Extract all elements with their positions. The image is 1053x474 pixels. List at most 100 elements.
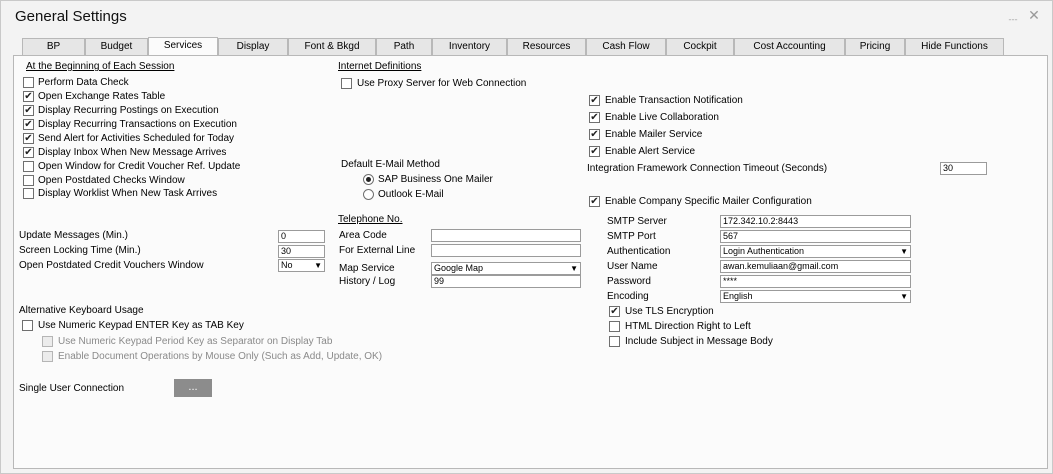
user-name-input[interactable]: awan.kemuliaan@gmail.com — [720, 260, 911, 273]
credit-voucher-update-label: Open Window for Credit Voucher Ref. Upda… — [38, 161, 241, 172]
outlook-label: Outlook E-Mail — [378, 189, 444, 200]
smtp-server-input[interactable]: 172.342.10.2:8443 — [720, 215, 911, 228]
numeric-enter-checkbox[interactable] — [22, 320, 33, 331]
tab-services[interactable]: Services — [148, 37, 218, 55]
proxy-server-label: Use Proxy Server for Web Connection — [357, 78, 527, 89]
alert-service-checkbox[interactable]: ✔ — [589, 146, 600, 157]
window-title: General Settings — [15, 8, 127, 25]
map-service-select[interactable]: Google Map ▼ — [431, 262, 581, 275]
subject-in-body-checkbox[interactable] — [609, 336, 620, 347]
tls-encryption-checkbox[interactable]: ✔ — [609, 306, 620, 317]
chevron-down-icon: ▼ — [900, 247, 908, 256]
authentication-select[interactable]: Login Authentication ▼ — [720, 245, 911, 258]
timeout-input[interactable]: 30 — [940, 162, 987, 175]
live-collaboration-label: Enable Live Collaboration — [605, 112, 719, 123]
password-input[interactable]: **** — [720, 275, 911, 288]
sap-mailer-label: SAP Business One Mailer — [378, 174, 493, 185]
tab-cockpit[interactable]: Cockpit — [666, 38, 734, 55]
single-user-label: Single User Connection — [19, 383, 125, 394]
subject-in-body-label: Include Subject in Message Body — [625, 336, 773, 347]
authentication-value: Login Authentication — [723, 246, 805, 256]
keyboard-heading: Alternative Keyboard Usage — [19, 305, 144, 316]
recurring-transactions-checkbox[interactable]: ✔ — [23, 119, 34, 130]
screen-locking-label: Screen Locking Time (Min.) — [19, 245, 141, 256]
alert-service-label: Enable Alert Service — [605, 146, 696, 157]
chevron-down-icon: ▼ — [314, 261, 322, 270]
tls-encryption-label: Use TLS Encryption — [625, 306, 714, 317]
open-exchange-rates-label: Open Exchange Rates Table — [38, 91, 166, 102]
mouse-only-checkbox[interactable] — [42, 351, 53, 362]
perform-data-check-label: Perform Data Check — [38, 77, 129, 88]
tab-path[interactable]: Path — [376, 38, 432, 55]
mailer-service-label: Enable Mailer Service — [605, 129, 703, 140]
encoding-select[interactable]: English ▼ — [720, 290, 911, 303]
credit-voucher-update-checkbox[interactable] — [23, 161, 34, 172]
worklist-new-task-checkbox[interactable] — [23, 188, 34, 199]
postdated-checks-checkbox[interactable] — [23, 175, 34, 186]
tab-display[interactable]: Display — [218, 38, 288, 55]
tab-cash-flow[interactable]: Cash Flow — [586, 38, 666, 55]
email-method-heading: Default E-Mail Method — [341, 159, 440, 170]
numeric-enter-label: Use Numeric Keypad ENTER Key as TAB Key — [38, 320, 244, 331]
tab-hide-functions[interactable]: Hide Functions — [905, 38, 1004, 55]
authentication-label: Authentication — [607, 246, 671, 257]
live-collaboration-checkbox[interactable]: ✔ — [589, 112, 600, 123]
period-separator-checkbox[interactable] — [42, 336, 53, 347]
tab-font-bkgd[interactable]: Font & Bkgd — [288, 38, 376, 55]
tab-cost-accounting[interactable]: Cost Accounting — [734, 38, 845, 55]
history-log-label: History / Log — [339, 276, 396, 287]
tab-budget[interactable]: Budget — [85, 38, 148, 55]
update-messages-label: Update Messages (Min.) — [19, 230, 128, 241]
update-messages-input[interactable]: 0 — [278, 230, 325, 243]
tab-resources[interactable]: Resources — [507, 38, 586, 55]
transaction-notification-label: Enable Transaction Notification — [605, 95, 743, 106]
send-alert-checkbox[interactable]: ✔ — [23, 133, 34, 144]
company-mailer-checkbox[interactable]: ✔ — [589, 196, 600, 207]
user-name-label: User Name — [607, 261, 658, 272]
close-icon[interactable]: ✕ — [1025, 6, 1043, 24]
map-service-value: Google Map — [434, 263, 484, 273]
company-mailer-label: Enable Company Specific Mailer Configura… — [605, 196, 812, 207]
chevron-down-icon: ▼ — [570, 264, 578, 273]
mouse-only-label: Enable Document Operations by Mouse Only… — [58, 351, 383, 362]
postdated-vouchers-value: No — [281, 260, 293, 270]
recurring-postings-checkbox[interactable]: ✔ — [23, 105, 34, 116]
external-line-label: For External Line — [339, 245, 416, 256]
tab-inventory[interactable]: Inventory — [432, 38, 507, 55]
external-line-input[interactable] — [431, 244, 581, 257]
display-inbox-checkbox[interactable]: ✔ — [23, 147, 34, 158]
open-exchange-rates-checkbox[interactable]: ✔ — [23, 91, 34, 102]
telephone-heading: Telephone No. — [338, 214, 403, 225]
smtp-server-label: SMTP Server — [607, 216, 667, 227]
internet-heading: Internet Definitions — [338, 61, 422, 72]
proxy-server-checkbox[interactable] — [341, 78, 352, 89]
postdated-vouchers-label: Open Postdated Credit Vouchers Window — [19, 260, 204, 271]
recurring-transactions-label: Display Recurring Transactions on Execut… — [38, 119, 237, 130]
general-settings-window: General Settings ﹍ ✕ BP Budget Services … — [0, 0, 1053, 474]
transaction-notification-checkbox[interactable]: ✔ — [589, 95, 600, 106]
history-log-input[interactable]: 99 — [431, 275, 581, 288]
tab-pricing[interactable]: Pricing — [845, 38, 905, 55]
html-rtl-label: HTML Direction Right to Left — [625, 321, 751, 332]
timeout-label: Integration Framework Connection Timeout… — [587, 163, 828, 174]
password-label: Password — [607, 276, 651, 287]
services-panel: At the Beginning of Each Session Perform… — [13, 55, 1048, 469]
smtp-port-input[interactable]: 567 — [720, 230, 911, 243]
postdated-checks-label: Open Postdated Checks Window — [38, 175, 185, 186]
tab-bp[interactable]: BP — [22, 38, 85, 55]
perform-data-check-checkbox[interactable] — [23, 77, 34, 88]
screen-locking-input[interactable]: 30 — [278, 245, 325, 258]
encoding-label: Encoding — [607, 291, 649, 302]
send-alert-label: Send Alert for Activities Scheduled for … — [38, 133, 235, 144]
minimize-icon[interactable]: ﹍ — [1004, 6, 1022, 24]
single-user-button[interactable]: ... — [174, 379, 212, 397]
postdated-vouchers-select[interactable]: No ▼ — [278, 259, 325, 272]
chevron-down-icon: ▼ — [900, 292, 908, 301]
outlook-radio[interactable] — [363, 189, 374, 200]
sap-mailer-radio[interactable] — [363, 174, 374, 185]
recurring-postings-label: Display Recurring Postings on Execution — [38, 105, 219, 116]
mailer-service-checkbox[interactable]: ✔ — [589, 129, 600, 140]
period-separator-label: Use Numeric Keypad Period Key as Separat… — [58, 336, 333, 347]
html-rtl-checkbox[interactable] — [609, 321, 620, 332]
area-code-input[interactable] — [431, 229, 581, 242]
